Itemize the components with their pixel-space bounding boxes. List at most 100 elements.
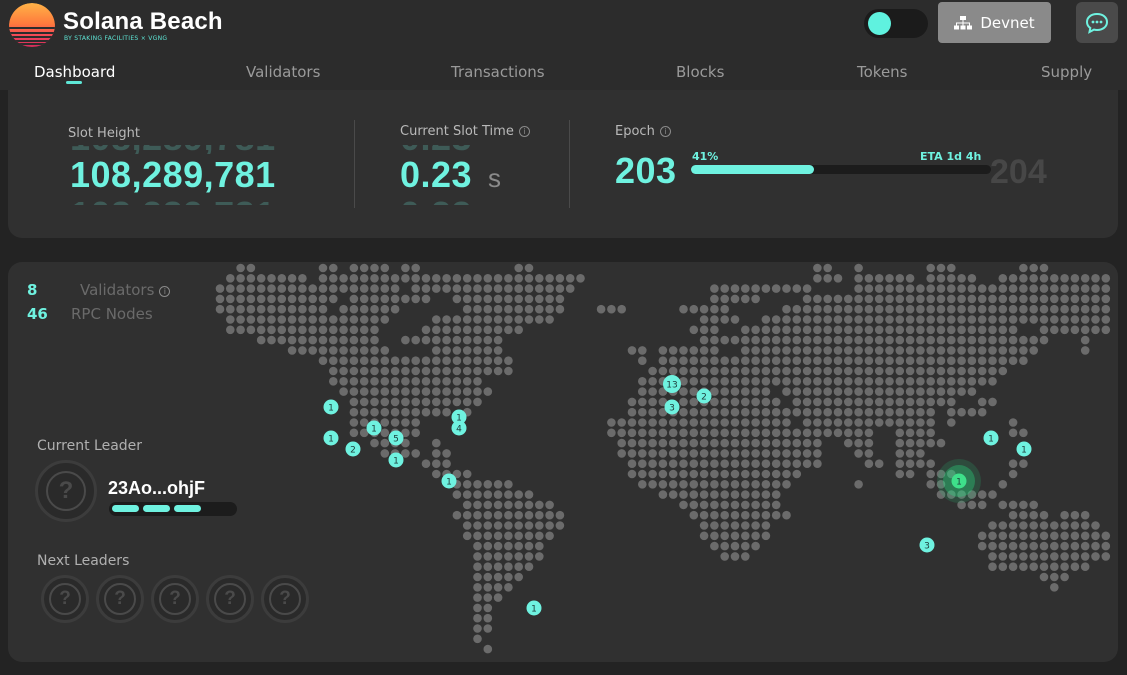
land-dot: [1029, 346, 1038, 355]
land-dot: [473, 346, 482, 355]
next-leader-avatar[interactable]: ?: [41, 575, 89, 623]
land-dot: [1070, 531, 1080, 541]
node-marker[interactable]: 5: [388, 430, 404, 446]
land-dot: [874, 459, 884, 468]
solana-beach-logo[interactable]: [9, 3, 55, 47]
land-dot: [720, 397, 729, 407]
land-dot: [782, 428, 791, 438]
land-dot: [256, 274, 266, 283]
node-marker[interactable]: 1: [983, 430, 999, 446]
nav-tokens[interactable]: Tokens: [857, 63, 908, 81]
land-dot: [421, 387, 431, 396]
node-marker[interactable]: 4: [451, 420, 467, 436]
land-dot: [957, 346, 966, 355]
land-dot: [689, 346, 699, 355]
nav-dashboard[interactable]: Dashboard: [34, 63, 115, 81]
land-dot: [844, 377, 853, 386]
info-icon[interactable]: i: [659, 126, 671, 137]
land-dot: [885, 335, 894, 345]
node-marker[interactable]: 1: [323, 399, 339, 415]
land-dot: [390, 397, 400, 407]
current-leader-avatar[interactable]: ?: [35, 460, 97, 522]
land-dot: [699, 315, 709, 324]
current-leader-name[interactable]: 23Ao...ohjF: [108, 478, 205, 499]
current-leader-marker[interactable]: 1: [937, 459, 981, 503]
land-dot: [473, 572, 482, 582]
land-dot: [215, 284, 225, 293]
land-dot: [370, 356, 379, 365]
land-dot: [401, 274, 410, 283]
node-marker[interactable]: 1: [388, 452, 404, 468]
land-dot: [442, 315, 451, 324]
node-marker[interactable]: 1: [1016, 441, 1032, 457]
land-dot: [874, 387, 884, 396]
node-marker[interactable]: 1: [441, 473, 457, 489]
land-dot: [370, 263, 379, 273]
land-dot: [916, 356, 925, 365]
slot-time-value: 0.23: [400, 154, 473, 195]
land-dot: [483, 583, 493, 592]
node-marker[interactable]: 3: [919, 537, 935, 553]
land-dot: [813, 387, 822, 396]
land-dot: [349, 346, 359, 355]
land-dot: [699, 428, 709, 438]
land-dot: [308, 346, 318, 355]
land-dot: [998, 346, 1008, 355]
land-dot: [844, 325, 853, 335]
node-marker[interactable]: 3: [664, 399, 680, 415]
land-dot: [988, 490, 997, 499]
land-dot: [998, 335, 1008, 345]
nav-transactions[interactable]: Transactions: [451, 63, 545, 81]
land-dot: [473, 294, 482, 304]
nav-blocks[interactable]: Blocks: [676, 63, 724, 81]
chat-button[interactable]: [1076, 2, 1118, 43]
next-leader-avatar[interactable]: ?: [96, 575, 144, 623]
land-dot: [813, 274, 822, 283]
node-marker[interactable]: 1: [366, 420, 382, 436]
network-select-button[interactable]: Devnet: [938, 2, 1051, 43]
land-dot: [380, 366, 390, 376]
land-dot: [411, 284, 421, 293]
theme-toggle[interactable]: [864, 9, 928, 38]
land-dot: [432, 387, 441, 396]
land-dot: [874, 315, 884, 324]
land-dot: [751, 438, 760, 448]
land-dot: [802, 418, 812, 427]
land-dot: [864, 356, 874, 365]
land-dot: [390, 294, 400, 304]
land-dot: [524, 510, 534, 520]
nav-validators[interactable]: Validators: [246, 63, 320, 81]
land-dot: [339, 325, 348, 335]
node-marker[interactable]: 2: [345, 441, 361, 457]
info-icon[interactable]: i: [518, 126, 530, 137]
node-marker[interactable]: 1: [526, 600, 542, 616]
land-dot: [1070, 562, 1080, 571]
node-marker[interactable]: 2: [696, 388, 712, 404]
land-dot: [905, 418, 915, 427]
land-dot: [349, 397, 359, 407]
land-dot: [833, 294, 843, 304]
land-dot: [1039, 274, 1049, 283]
land-dot: [411, 335, 421, 345]
land-dot: [483, 521, 493, 530]
nav-supply[interactable]: Supply: [1041, 63, 1092, 81]
land-dot: [1060, 562, 1069, 571]
node-marker[interactable]: 13: [663, 375, 681, 393]
brand-title[interactable]: Solana Beach: [63, 8, 223, 36]
next-leader-avatar[interactable]: ?: [151, 575, 199, 623]
land-dot: [730, 356, 740, 365]
next-leader-avatar[interactable]: ?: [206, 575, 254, 623]
land-dot: [442, 449, 451, 458]
land-dot: [689, 356, 699, 365]
info-icon[interactable]: i: [159, 286, 171, 297]
land-dot: [370, 346, 379, 355]
land-dot: [483, 510, 493, 520]
land-dot: [452, 387, 462, 396]
land-dot: [648, 366, 657, 376]
land-dot: [1019, 541, 1028, 551]
land-dot: [833, 304, 843, 314]
node-marker[interactable]: 1: [323, 430, 339, 446]
land-dot: [854, 284, 863, 293]
next-leader-avatar[interactable]: ?: [261, 575, 309, 623]
land-dot: [730, 428, 740, 438]
